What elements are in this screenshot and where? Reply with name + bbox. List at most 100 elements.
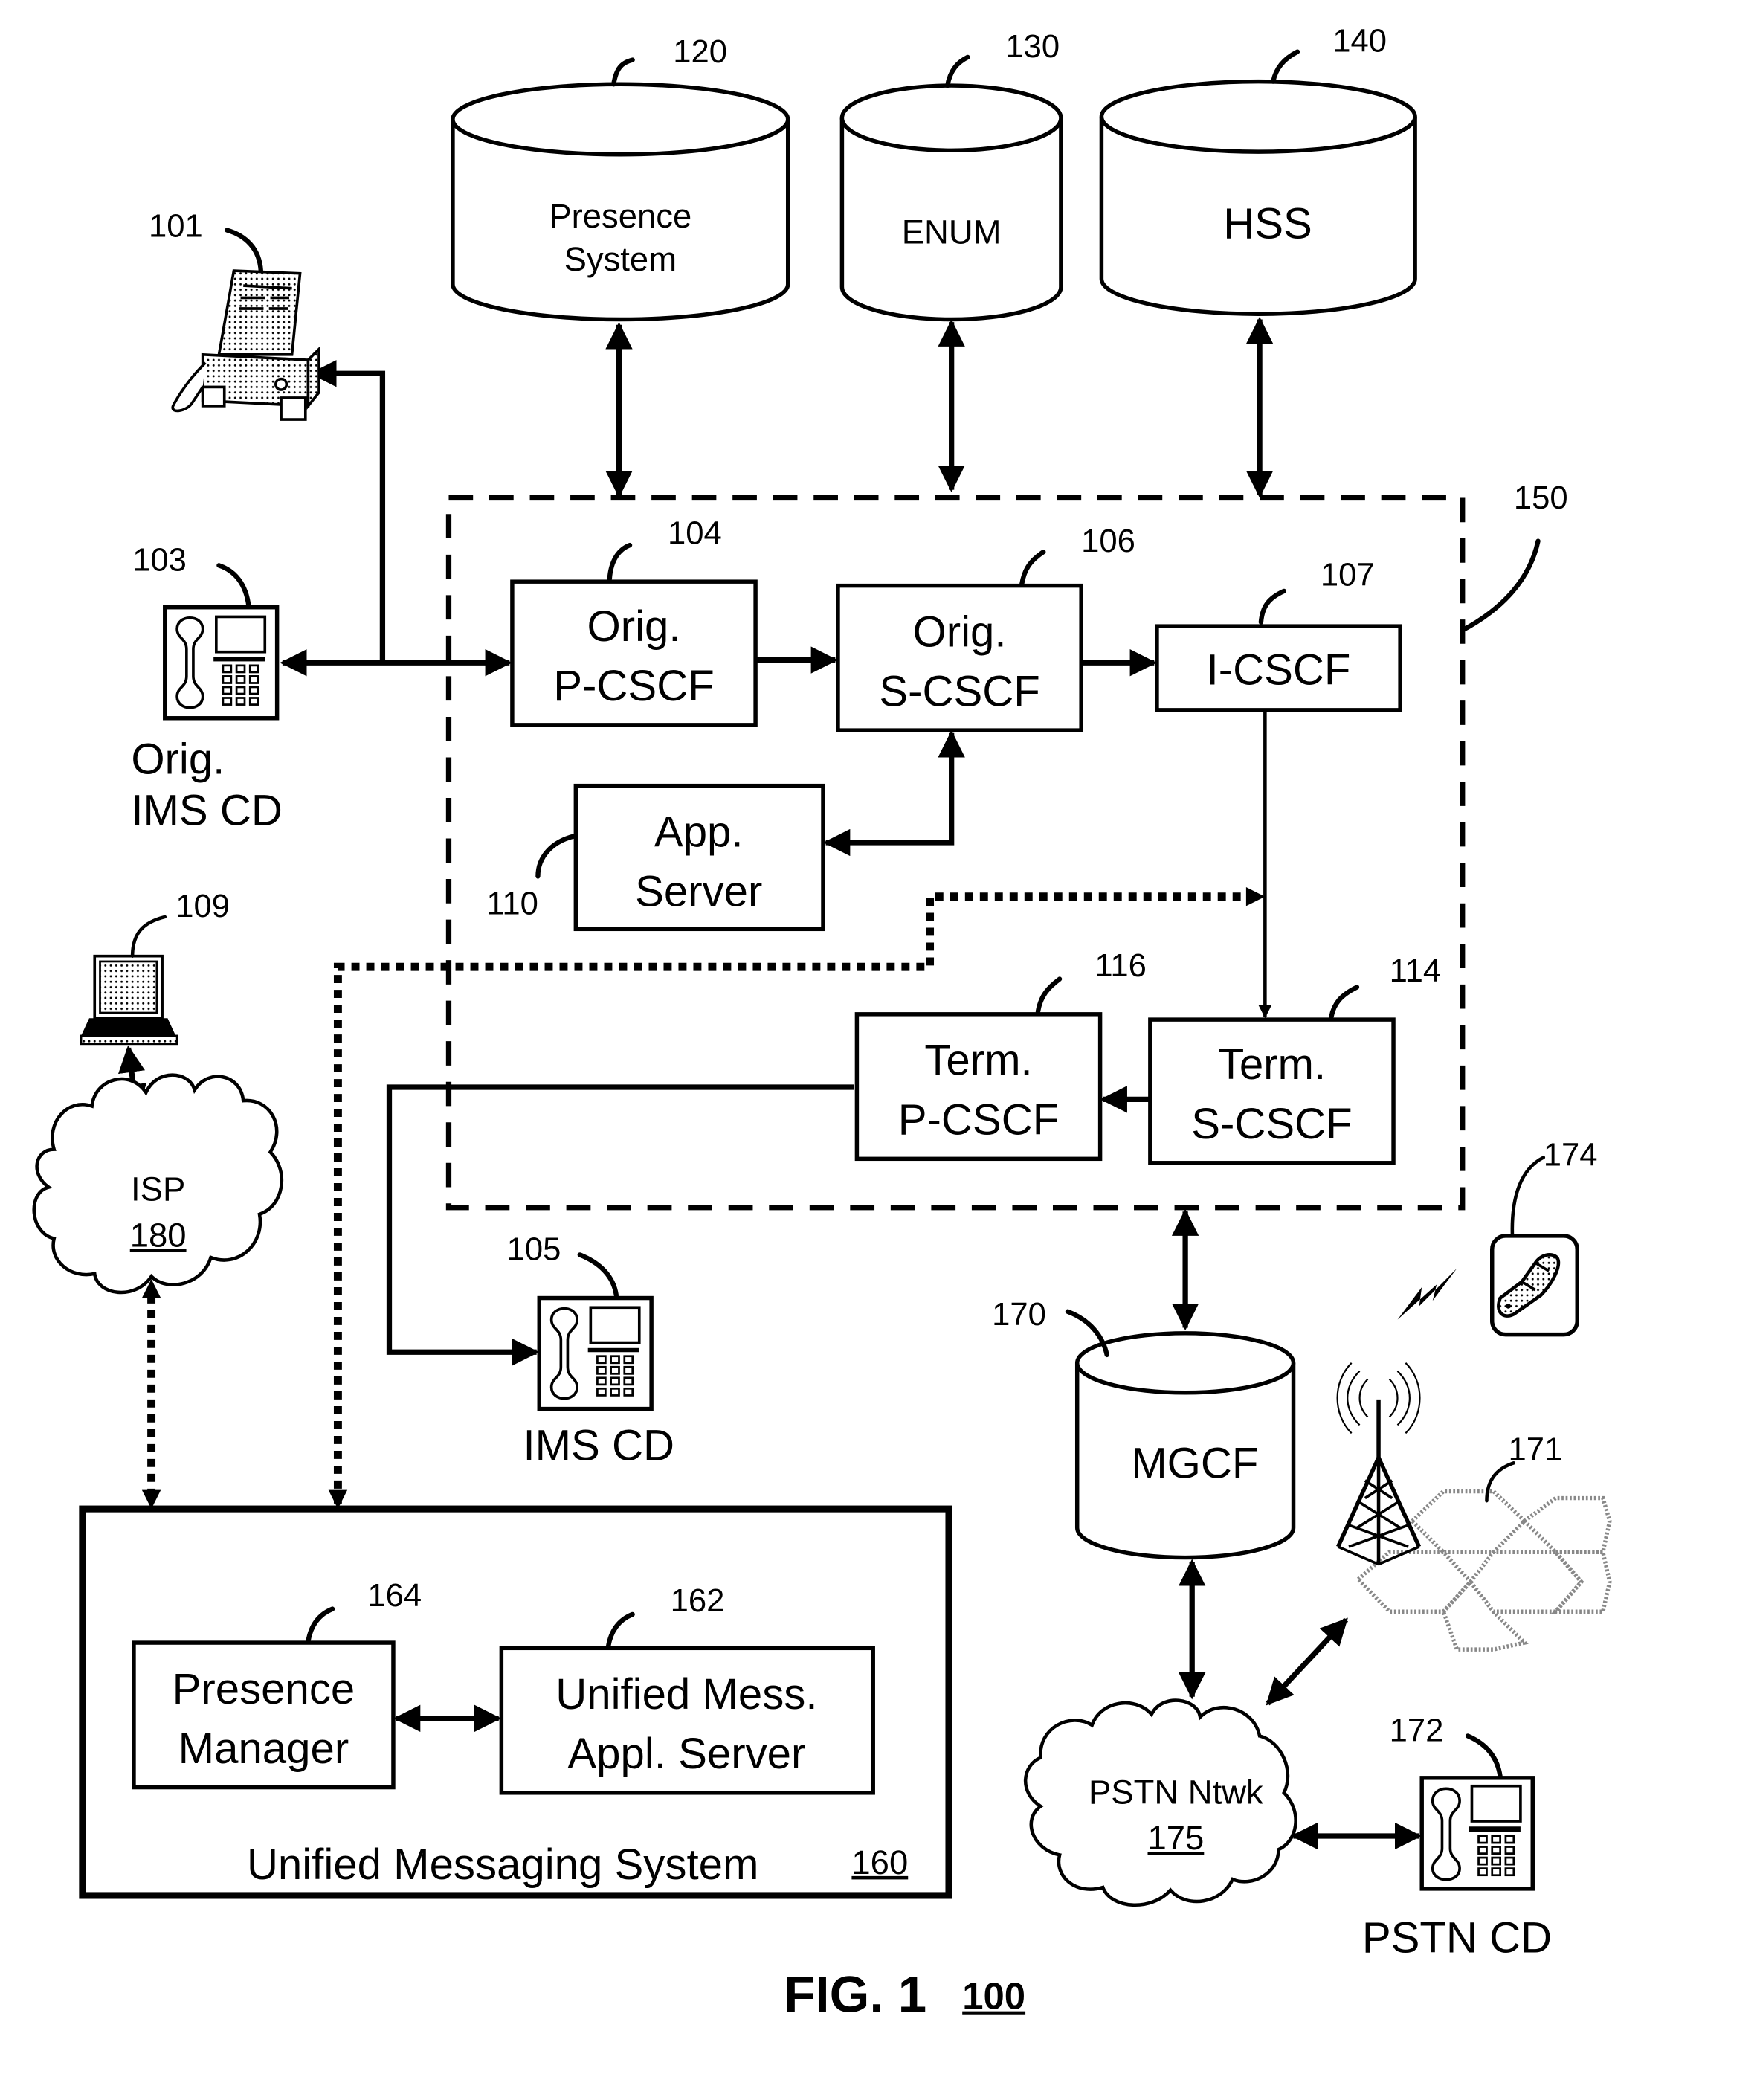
- cell-network[interactable]: [1336, 1362, 1612, 1652]
- hss-label: HSS: [1223, 199, 1312, 248]
- isp-ref: 180: [130, 1216, 187, 1254]
- figure-title: FIG. 1: [784, 1965, 926, 2023]
- unified-mess-appl-server[interactable]: Unified Mess. Appl. Server: [499, 1646, 875, 1795]
- ref-150: 150: [1514, 480, 1568, 516]
- presence-system-db[interactable]: Presence System: [451, 82, 790, 322]
- leader-116: [1035, 976, 1063, 1014]
- ref-101: 101: [149, 209, 203, 245]
- ref-110: 110: [486, 886, 538, 921]
- orig-p-cscf-label-1: Orig.: [587, 602, 680, 651]
- orig-s-cscf-label-2: S-CSCF: [879, 667, 1039, 715]
- ref-130: 130: [1005, 29, 1060, 65]
- ref-162: 162: [671, 1583, 725, 1619]
- leader-110: [535, 833, 578, 879]
- arrowhead-dotted-icscf: [1245, 886, 1266, 906]
- ref-107: 107: [1321, 558, 1375, 593]
- link-to-fax: [309, 360, 386, 663]
- ref-104: 104: [668, 515, 722, 551]
- figure-caption: FIG. 1 100: [784, 1965, 1025, 2023]
- desk-phone-icon: [163, 605, 280, 721]
- orig-p-cscf-label-2: P-CSCF: [553, 662, 714, 710]
- orig-ims-cd[interactable]: Orig. IMS CD: [131, 605, 283, 835]
- leader-120: [611, 57, 635, 87]
- figure-ref: 100: [962, 1975, 1025, 2017]
- app-server[interactable]: App. Server: [573, 783, 825, 932]
- leader-114: [1329, 985, 1360, 1020]
- presence-manager[interactable]: Presence Manager: [132, 1640, 396, 1790]
- pstn-ref: 175: [1147, 1819, 1204, 1857]
- enum-db[interactable]: ENUM: [839, 83, 1063, 322]
- mgcf-label: MGCF: [1131, 1439, 1258, 1487]
- pstn-cd-label: PSTN CD: [1362, 1913, 1552, 1962]
- ref-109: 109: [175, 889, 230, 924]
- ref-174: 174: [1544, 1137, 1598, 1173]
- leader-103: [216, 563, 251, 609]
- ref-172: 172: [1390, 1713, 1444, 1749]
- ums-title: Unified Messaging System: [247, 1840, 758, 1889]
- ref-170: 170: [992, 1297, 1046, 1333]
- ref-120: 120: [673, 34, 727, 70]
- app-server-label-1: App.: [654, 808, 744, 856]
- leader-140: [1271, 49, 1300, 84]
- isp-cloud[interactable]: ISP 180: [32, 1073, 283, 1295]
- ums-app-server-label-2: Appl. Server: [567, 1730, 805, 1778]
- hex-cell-grid: [1355, 1489, 1612, 1652]
- term-s-cscf-label-2: S-CSCF: [1191, 1100, 1352, 1148]
- term-p-cscf-label-2: P-CSCF: [898, 1096, 1059, 1144]
- app-server-label-2: Server: [635, 867, 762, 915]
- orig-ims-cd-label-1: Orig.: [131, 735, 225, 783]
- ums-ref: 160: [851, 1843, 908, 1881]
- leader-101: [225, 228, 263, 274]
- ims-cd-label: IMS CD: [523, 1422, 674, 1470]
- leader-130: [945, 54, 970, 88]
- orig-s-cscf-label-1: Orig.: [913, 608, 1007, 656]
- ims-cd[interactable]: IMS CD: [523, 1295, 674, 1470]
- term-p-cscf[interactable]: Term. P-CSCF: [854, 1012, 1103, 1162]
- presence-manager-label-1: Presence: [173, 1665, 355, 1713]
- desk-phone-icon: [537, 1295, 654, 1411]
- ref-103: 103: [132, 543, 187, 579]
- isp-label: ISP: [131, 1170, 185, 1208]
- ims-network-diagram: Presence System 120 ENUM 130 HSS 140 150…: [32, 24, 1612, 2023]
- ref-114: 114: [1390, 953, 1442, 989]
- leader-109: [130, 915, 167, 958]
- pstn-cd[interactable]: PSTN CD: [1362, 1776, 1552, 1962]
- link-origs-appserver: [822, 730, 965, 857]
- fax-machine[interactable]: [171, 269, 320, 421]
- i-cscf[interactable]: I-CSCF: [1155, 624, 1402, 712]
- leader-105: [577, 1252, 619, 1298]
- leader-171: [1485, 1461, 1516, 1503]
- mgcf-db[interactable]: MGCF: [1074, 1331, 1296, 1560]
- ref-140: 140: [1332, 24, 1387, 59]
- link-pstn-cellnet: [1266, 1617, 1349, 1706]
- leader-172: [1465, 1733, 1503, 1779]
- leader-174: [1510, 1156, 1546, 1238]
- ref-164: 164: [367, 1578, 422, 1614]
- ref-105: 105: [507, 1232, 561, 1268]
- orig-p-cscf[interactable]: Orig. P-CSCF: [510, 579, 758, 727]
- ref-106: 106: [1081, 524, 1135, 559]
- orig-ims-cd-label-2: IMS CD: [131, 786, 283, 834]
- pstn-label: PSTN Ntwk: [1089, 1773, 1263, 1811]
- leader-150: [1460, 538, 1541, 633]
- laptop[interactable]: [80, 954, 178, 1046]
- term-s-cscf[interactable]: Term. S-CSCF: [1148, 1017, 1396, 1165]
- ref-171: 171: [1509, 1432, 1563, 1468]
- mobile-device[interactable]: [1490, 1234, 1579, 1337]
- pstn-cloud[interactable]: PSTN Ntwk 175: [1023, 1698, 1297, 1907]
- hss-db[interactable]: HSS: [1099, 79, 1417, 316]
- i-cscf-label: I-CSCF: [1207, 645, 1351, 694]
- presence-system-label-1: Presence: [549, 197, 691, 235]
- enum-label: ENUM: [902, 213, 1002, 251]
- fax-icon: [171, 269, 320, 421]
- leader-107: [1258, 588, 1286, 625]
- orig-s-cscf[interactable]: Orig. S-CSCF: [836, 583, 1083, 732]
- presence-system-label-2: System: [564, 240, 677, 278]
- ums-app-server-label-1: Unified Mess.: [555, 1670, 817, 1719]
- ref-116: 116: [1095, 948, 1147, 984]
- leader-106: [1019, 549, 1046, 587]
- term-p-cscf-label-1: Term.: [924, 1037, 1032, 1085]
- desk-phone-icon: [1419, 1776, 1535, 1891]
- laptop-icon: [80, 954, 178, 1046]
- term-s-cscf-label-1: Term.: [1218, 1040, 1326, 1089]
